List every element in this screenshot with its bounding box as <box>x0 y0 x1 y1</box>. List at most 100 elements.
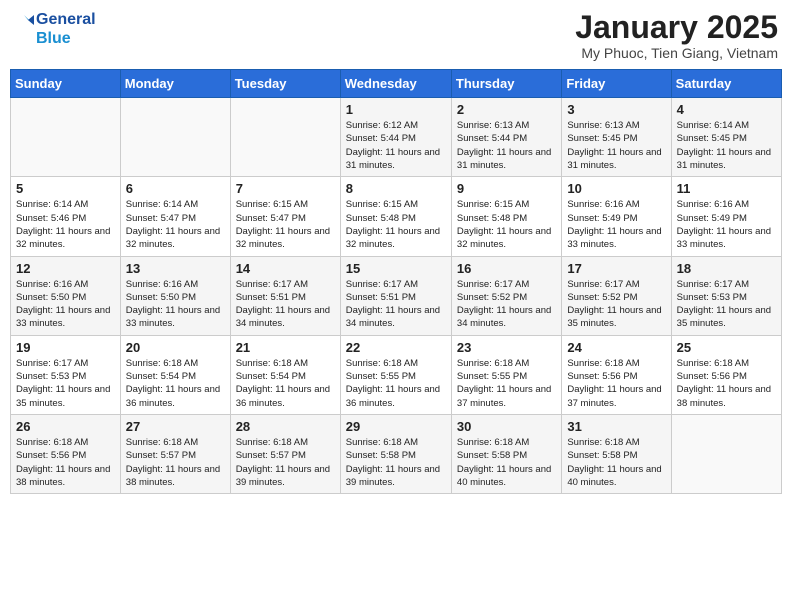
day-number: 1 <box>346 102 446 117</box>
weekday-header-monday: Monday <box>120 70 230 98</box>
calendar-cell: 16Sunrise: 6:17 AM Sunset: 5:52 PM Dayli… <box>451 256 561 335</box>
weekday-header-tuesday: Tuesday <box>230 70 340 98</box>
day-number: 19 <box>16 340 115 355</box>
day-number: 3 <box>567 102 665 117</box>
calendar-cell: 26 Sunrise: 6:18 AM Sunset: 5:56 PM Dayli… <box>11 414 121 493</box>
logo: General Blue <box>14 10 96 48</box>
day-info: Sunrise: 6:18 AM Sunset: 5:56 PM Dayligh… <box>677 357 776 410</box>
calendar-cell: 1 Sunrise: 6:12 AM Sunset: 5:44 PM Daylig… <box>340 98 451 177</box>
day-number: 31 <box>567 419 665 434</box>
calendar-cell <box>230 98 340 177</box>
day-number: 27 <box>126 419 225 434</box>
day-number: 21 <box>236 340 335 355</box>
day-info: Sunrise: 6:18 AM Sunset: 5:57 PM Dayligh… <box>236 436 335 489</box>
day-number: 5 <box>16 181 115 196</box>
day-info: Sunrise: 6:15 AM Sunset: 5:48 PM Dayligh… <box>457 198 556 251</box>
calendar-cell: 4 Sunrise: 6:14 AM Sunset: 5:45 PM Daylig… <box>671 98 781 177</box>
day-info: Sunrise: 6:18 AM Sunset: 5:54 PM Dayligh… <box>126 357 225 410</box>
day-number: 20 <box>126 340 225 355</box>
day-info: Sunrise: 6:18 AM Sunset: 5:54 PM Dayligh… <box>236 357 335 410</box>
day-number: 26 <box>16 419 115 434</box>
calendar-cell: 18 Sunrise: 6:17 AM Sunset: 5:53 PM Dayli… <box>671 256 781 335</box>
calendar-cell: 8 Sunrise: 6:15 AM Sunset: 5:48 PM Daylig… <box>340 177 451 256</box>
day-info: Sunrise: 6:17 AM Sunset: 5:53 PM Dayligh… <box>677 278 776 331</box>
day-number: 7 <box>236 181 335 196</box>
calendar-week-row: 5 Sunrise: 6:14 AM Sunset: 5:46 PM Daylig… <box>11 177 782 256</box>
calendar-cell: 20 Sunrise: 6:18 AM Sunset: 5:54 PM Dayli… <box>120 335 230 414</box>
day-number: 11 <box>677 181 776 196</box>
day-number: 14 <box>236 261 335 276</box>
day-info: Sunrise: 6:16 AM Sunset: 5:50 PM Dayligh… <box>16 278 115 331</box>
weekday-header-wednesday: Wednesday <box>340 70 451 98</box>
day-info: Sunrise: 6:17 AM Sunset: 5:53 PM Dayligh… <box>16 357 115 410</box>
month-title: January 2025 <box>575 10 778 45</box>
day-number: 13 <box>126 261 225 276</box>
day-number: 6 <box>126 181 225 196</box>
calendar-cell: 17Sunrise: 6:17 AM Sunset: 5:52 PM Dayli… <box>562 256 671 335</box>
weekday-header-saturday: Saturday <box>671 70 781 98</box>
day-info: Sunrise: 6:15 AM Sunset: 5:48 PM Dayligh… <box>346 198 446 251</box>
day-number: 16 <box>457 261 556 276</box>
calendar-cell: 22Sunrise: 6:18 AM Sunset: 5:55 PM Dayli… <box>340 335 451 414</box>
day-number: 12 <box>16 261 115 276</box>
calendar-cell: 29Sunrise: 6:18 AM Sunset: 5:58 PM Dayli… <box>340 414 451 493</box>
calendar-cell: 21 Sunrise: 6:18 AM Sunset: 5:54 PM Dayli… <box>230 335 340 414</box>
day-info: Sunrise: 6:16 AM Sunset: 5:49 PM Dayligh… <box>677 198 776 251</box>
weekday-header-thursday: Thursday <box>451 70 561 98</box>
calendar-cell: 11 Sunrise: 6:16 AM Sunset: 5:49 PM Dayli… <box>671 177 781 256</box>
day-number: 2 <box>457 102 556 117</box>
day-info: Sunrise: 6:17 AM Sunset: 5:51 PM Dayligh… <box>346 278 446 331</box>
day-number: 22 <box>346 340 446 355</box>
calendar-cell: 27 Sunrise: 6:18 AM Sunset: 5:57 PM Dayli… <box>120 414 230 493</box>
calendar-cell: 6 Sunrise: 6:14 AM Sunset: 5:47 PM Daylig… <box>120 177 230 256</box>
day-number: 8 <box>346 181 446 196</box>
calendar-cell <box>120 98 230 177</box>
calendar-week-row: 26 Sunrise: 6:18 AM Sunset: 5:56 PM Dayli… <box>11 414 782 493</box>
day-number: 10 <box>567 181 665 196</box>
calendar-cell: 24Sunrise: 6:18 AM Sunset: 5:56 PM Dayli… <box>562 335 671 414</box>
calendar-week-row: 1 Sunrise: 6:12 AM Sunset: 5:44 PM Daylig… <box>11 98 782 177</box>
calendar-cell: 23 Sunrise: 6:18 AM Sunset: 5:55 PM Dayli… <box>451 335 561 414</box>
day-info: Sunrise: 6:15 AM Sunset: 5:47 PM Dayligh… <box>236 198 335 251</box>
day-number: 9 <box>457 181 556 196</box>
logo-wrap: General Blue <box>14 10 96 48</box>
day-info: Sunrise: 6:18 AM Sunset: 5:58 PM Dayligh… <box>457 436 556 489</box>
day-info: Sunrise: 6:13 AM Sunset: 5:44 PM Dayligh… <box>457 119 556 172</box>
calendar-cell: 5 Sunrise: 6:14 AM Sunset: 5:46 PM Daylig… <box>11 177 121 256</box>
day-info: Sunrise: 6:13 AM Sunset: 5:45 PM Dayligh… <box>567 119 665 172</box>
day-info: Sunrise: 6:18 AM Sunset: 5:56 PM Dayligh… <box>16 436 115 489</box>
logo-general: General <box>36 10 96 29</box>
calendar-cell: 2 Sunrise: 6:13 AM Sunset: 5:44 PM Daylig… <box>451 98 561 177</box>
calendar-cell: 14Sunrise: 6:17 AM Sunset: 5:51 PM Dayli… <box>230 256 340 335</box>
day-info: Sunrise: 6:18 AM Sunset: 5:57 PM Dayligh… <box>126 436 225 489</box>
day-number: 28 <box>236 419 335 434</box>
weekday-header-sunday: Sunday <box>11 70 121 98</box>
calendar-week-row: 19 Sunrise: 6:17 AM Sunset: 5:53 PM Dayli… <box>11 335 782 414</box>
day-number: 30 <box>457 419 556 434</box>
day-number: 23 <box>457 340 556 355</box>
day-info: Sunrise: 6:18 AM Sunset: 5:55 PM Dayligh… <box>457 357 556 410</box>
day-info: Sunrise: 6:16 AM Sunset: 5:49 PM Dayligh… <box>567 198 665 251</box>
page-header: General Blue January 2025 My Phuoc, Tien… <box>10 10 782 61</box>
logo-text: General Blue <box>36 10 96 48</box>
day-info: Sunrise: 6:14 AM Sunset: 5:46 PM Dayligh… <box>16 198 115 251</box>
calendar-cell: 9 Sunrise: 6:15 AM Sunset: 5:48 PM Daylig… <box>451 177 561 256</box>
day-info: Sunrise: 6:14 AM Sunset: 5:45 PM Dayligh… <box>677 119 776 172</box>
calendar-cell: 13Sunrise: 6:16 AM Sunset: 5:50 PM Dayli… <box>120 256 230 335</box>
logo-blue: Blue <box>36 29 96 48</box>
day-number: 18 <box>677 261 776 276</box>
day-number: 29 <box>346 419 446 434</box>
calendar-cell: 25 Sunrise: 6:18 AM Sunset: 5:56 PM Dayli… <box>671 335 781 414</box>
day-number: 24 <box>567 340 665 355</box>
calendar-cell: 3 Sunrise: 6:13 AM Sunset: 5:45 PM Daylig… <box>562 98 671 177</box>
day-number: 4 <box>677 102 776 117</box>
day-info: Sunrise: 6:14 AM Sunset: 5:47 PM Dayligh… <box>126 198 225 251</box>
day-info: Sunrise: 6:12 AM Sunset: 5:44 PM Dayligh… <box>346 119 446 172</box>
calendar-cell: 15Sunrise: 6:17 AM Sunset: 5:51 PM Dayli… <box>340 256 451 335</box>
day-number: 17 <box>567 261 665 276</box>
calendar-cell: 10 Sunrise: 6:16 AM Sunset: 5:49 PM Dayli… <box>562 177 671 256</box>
calendar-cell <box>11 98 121 177</box>
day-number: 25 <box>677 340 776 355</box>
calendar-cell: 28 Sunrise: 6:18 AM Sunset: 5:57 PM Dayli… <box>230 414 340 493</box>
location-subtitle: My Phuoc, Tien Giang, Vietnam <box>575 45 778 61</box>
